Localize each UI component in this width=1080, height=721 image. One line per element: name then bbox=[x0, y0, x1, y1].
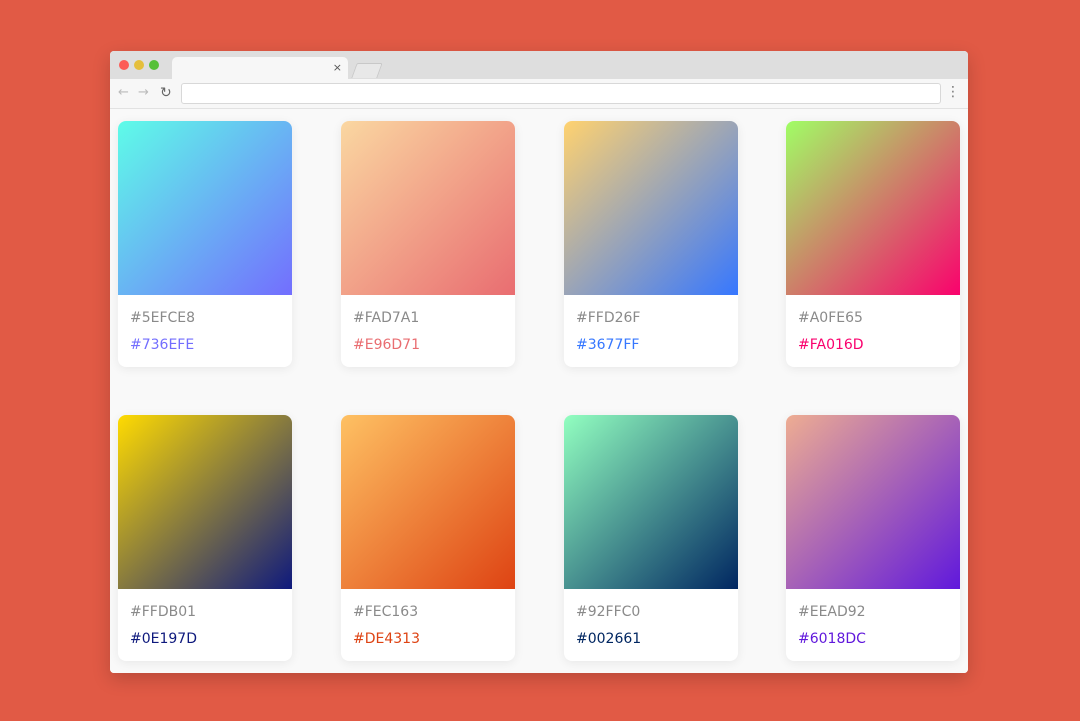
gradient-start-color: #A0FE65 bbox=[798, 310, 863, 326]
forward-arrow-icon[interactable]: → bbox=[138, 85, 149, 101]
gradient-swatch[interactable] bbox=[341, 415, 515, 589]
gradient-end-color: #736EFE bbox=[130, 337, 195, 353]
gradient-end-color: #002661 bbox=[576, 631, 642, 647]
maximize-window-button[interactable] bbox=[149, 60, 159, 70]
gradient-start-color: #FEC163 bbox=[353, 604, 419, 620]
reload-icon[interactable]: ↻ bbox=[160, 85, 172, 101]
browser-tab[interactable]: × bbox=[172, 57, 348, 79]
more-menu-icon[interactable]: ⋮ bbox=[946, 84, 960, 100]
gradient-end-color: #DE4313 bbox=[353, 631, 420, 647]
gradient-card[interactable]: #92FFC0 #002661 bbox=[564, 415, 738, 661]
gradient-end-color: #FA016D bbox=[798, 337, 864, 353]
gradient-end-color: #6018DC bbox=[798, 631, 866, 647]
close-icon[interactable]: × bbox=[333, 60, 342, 76]
gradient-start-color: #EEAD92 bbox=[798, 604, 866, 620]
gradient-swatch[interactable] bbox=[118, 415, 292, 589]
gradient-card[interactable]: #FFDB01 #0E197D bbox=[118, 415, 292, 661]
gradient-card[interactable]: #FEC163 #DE4313 bbox=[341, 415, 515, 661]
tab-bar: × bbox=[110, 51, 968, 79]
gradient-swatch[interactable] bbox=[341, 121, 515, 295]
gradient-end-color: #E96D71 bbox=[353, 337, 420, 353]
gradient-card[interactable]: #FFD26F #3677FF bbox=[564, 121, 738, 367]
gradient-end-color: #0E197D bbox=[130, 631, 197, 647]
browser-toolbar: ← → ↻ ⋮ bbox=[110, 79, 968, 109]
address-bar[interactable] bbox=[181, 83, 941, 104]
close-window-button[interactable] bbox=[119, 60, 129, 70]
browser-window: × ← → ↻ ⋮ #5EFCE8 #736EFE #FAD7A1 #E96D7… bbox=[110, 51, 968, 673]
gradient-swatch[interactable] bbox=[564, 121, 738, 295]
gradient-swatch[interactable] bbox=[118, 121, 292, 295]
gradient-card[interactable]: #5EFCE8 #736EFE bbox=[118, 121, 292, 367]
gradient-swatch[interactable] bbox=[786, 121, 960, 295]
gradient-start-color: #92FFC0 bbox=[576, 604, 641, 620]
gradient-card[interactable]: #A0FE65 #FA016D bbox=[786, 121, 960, 367]
new-tab-button[interactable] bbox=[351, 63, 383, 78]
minimize-window-button[interactable] bbox=[134, 60, 144, 70]
back-arrow-icon[interactable]: ← bbox=[118, 85, 129, 101]
gradient-start-color: #FAD7A1 bbox=[353, 310, 420, 326]
gradient-start-color: #5EFCE8 bbox=[130, 310, 196, 326]
gradient-swatch[interactable] bbox=[564, 415, 738, 589]
gradient-card[interactable]: #EEAD92 #6018DC bbox=[786, 415, 960, 661]
gradient-swatch[interactable] bbox=[786, 415, 960, 589]
gradient-start-color: #FFDB01 bbox=[130, 604, 197, 620]
gradient-grid: #5EFCE8 #736EFE #FAD7A1 #E96D71 #FFD26F … bbox=[110, 109, 968, 673]
gradient-end-color: #3677FF bbox=[576, 337, 640, 353]
gradient-start-color: #FFD26F bbox=[576, 310, 641, 326]
gradient-card[interactable]: #FAD7A1 #E96D71 bbox=[341, 121, 515, 367]
